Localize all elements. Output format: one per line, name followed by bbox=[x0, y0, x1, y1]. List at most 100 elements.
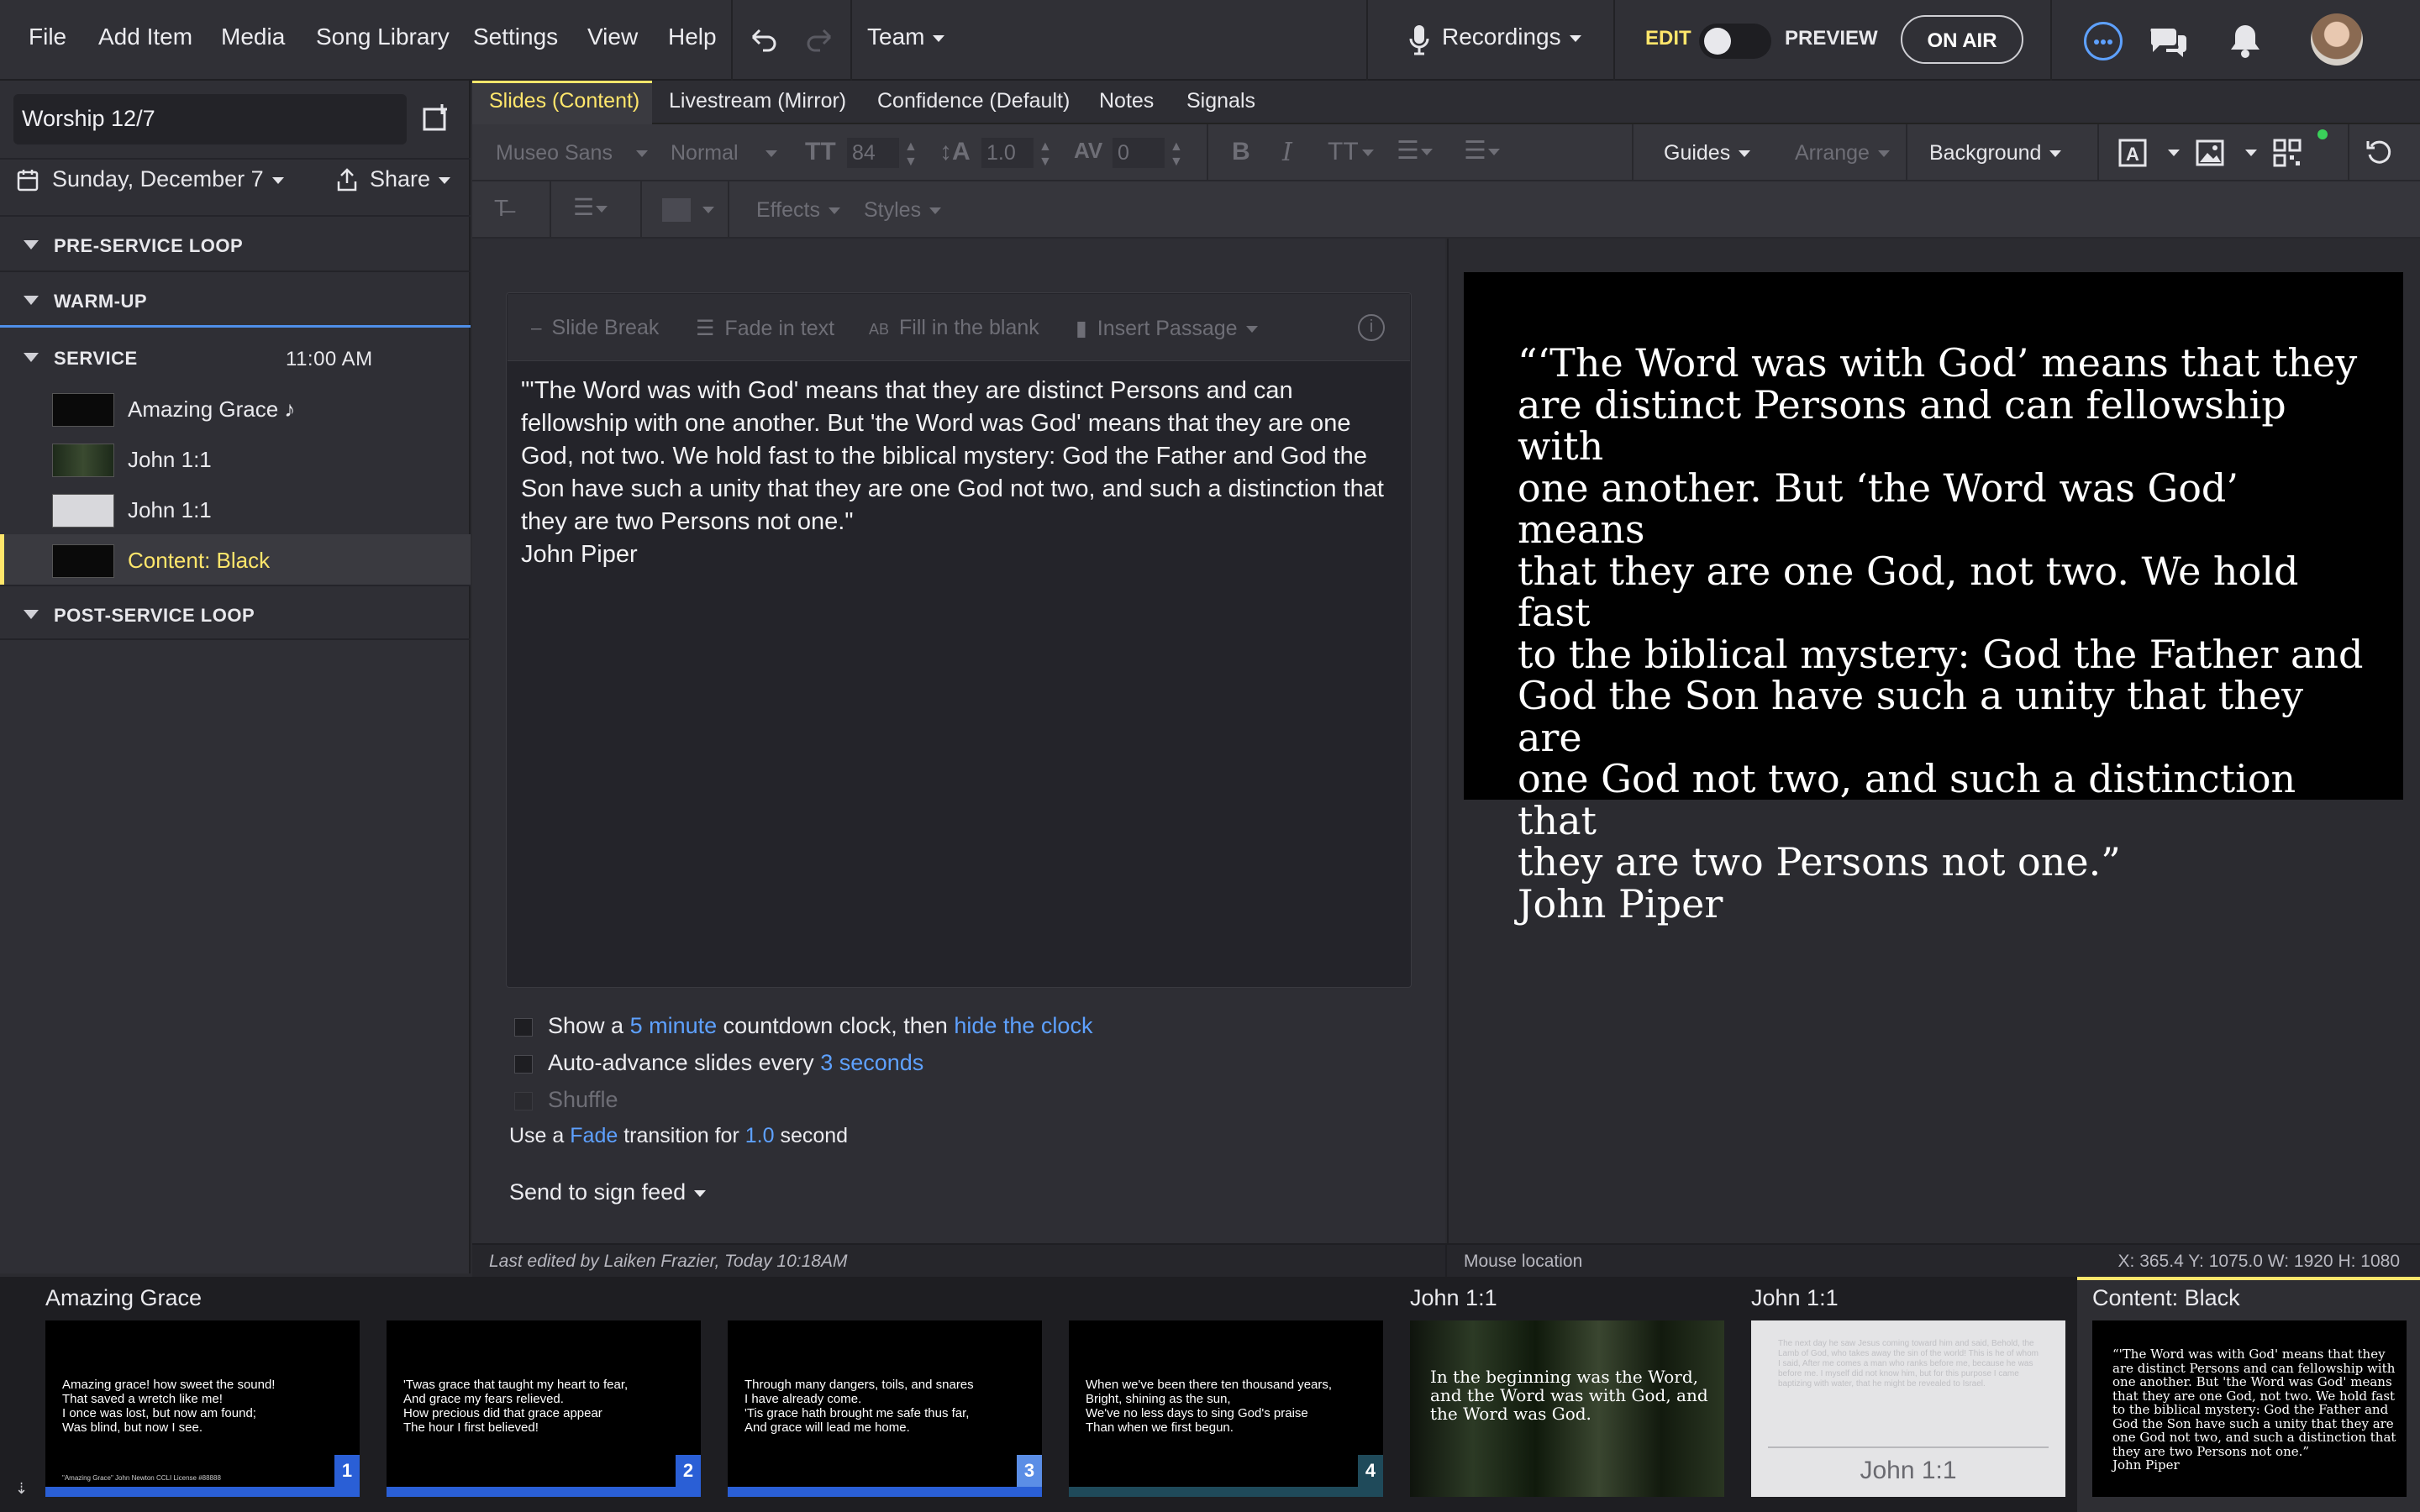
image-caret-icon[interactable] bbox=[2245, 150, 2257, 156]
menu-help[interactable]: Help bbox=[668, 24, 717, 50]
undo-icon[interactable] bbox=[746, 25, 780, 55]
section-label: SERVICE bbox=[54, 348, 138, 369]
service-item-content-black[interactable]: Content: Black bbox=[0, 534, 471, 585]
slide-thumbnail[interactable]: “'The Word was with God' means that they… bbox=[2092, 1320, 2407, 1497]
status-bar: Last edited by Laiken Frazier, Today 10:… bbox=[472, 1243, 2420, 1278]
transition-type-link[interactable]: Fade bbox=[570, 1124, 618, 1147]
font-family-dropdown[interactable]: Museo Sans bbox=[496, 141, 648, 165]
qr-code-icon[interactable] bbox=[2272, 138, 2302, 168]
slide-text-content[interactable]: "'The Word was with God' means that they… bbox=[521, 375, 1403, 571]
info-icon[interactable]: i bbox=[1358, 314, 1385, 341]
slide-preview-text: “‘The Word was with God’ means that they… bbox=[1518, 340, 2364, 927]
chat-icon[interactable] bbox=[2148, 24, 2188, 59]
line-height-stepper-icon[interactable]: ▲ ▼ bbox=[1039, 139, 1052, 170]
redo-icon[interactable] bbox=[803, 25, 837, 55]
notifications-bell-icon[interactable] bbox=[2228, 22, 2262, 59]
tab-notes[interactable]: Notes bbox=[1099, 89, 1154, 113]
advance-interval-link[interactable]: 3 seconds bbox=[820, 1050, 923, 1075]
item-label: Content: Black bbox=[128, 548, 271, 573]
color-swatch[interactable] bbox=[662, 198, 691, 222]
edit-preview-toggle[interactable] bbox=[1699, 24, 1771, 59]
tab-confidence-default[interactable]: Confidence (Default) bbox=[877, 89, 1070, 113]
color-caret-icon[interactable] bbox=[702, 207, 714, 213]
slide-break-button[interactable]: ⎯ Slide Break bbox=[531, 316, 659, 340]
more-options-icon[interactable] bbox=[2084, 22, 2123, 60]
slide-thumbnail[interactable]: Through many dangers, toils, and snares … bbox=[728, 1320, 1042, 1497]
styles-dropdown[interactable]: Styles bbox=[864, 198, 942, 223]
item-label: Amazing Grace ♪ bbox=[128, 396, 296, 422]
transition-duration-link[interactable]: 1.0 bbox=[745, 1124, 775, 1147]
countdown-checkbox[interactable] bbox=[514, 1017, 533, 1037]
text-box-caret-icon[interactable] bbox=[2168, 150, 2180, 156]
menu-file[interactable]: File bbox=[29, 24, 66, 50]
user-avatar[interactable] bbox=[2311, 13, 2363, 66]
indent-icon[interactable]: ☰ bbox=[1464, 136, 1500, 165]
effects-dropdown[interactable]: Effects bbox=[756, 198, 840, 223]
tracking-stepper-icon[interactable]: ▲ ▼ bbox=[1170, 139, 1183, 170]
sign-feed-dropdown[interactable]: Send to sign feed bbox=[509, 1179, 707, 1205]
shuffle-checkbox[interactable] bbox=[514, 1091, 533, 1110]
on-air-button[interactable]: ON AIR bbox=[1901, 15, 2023, 64]
image-icon[interactable] bbox=[2195, 138, 2225, 168]
section-time: 11:00 AM bbox=[286, 348, 373, 370]
italic-icon[interactable]: I bbox=[1282, 138, 1292, 167]
font-weight-dropdown[interactable]: Normal bbox=[671, 141, 777, 165]
tab-slides-content[interactable]: Slides (Content) bbox=[489, 89, 639, 113]
share-icon bbox=[337, 168, 357, 192]
font-size-stepper-icon[interactable]: ▲ ▼ bbox=[904, 139, 918, 170]
fill-in-blank-button[interactable]: AB Fill in the blank bbox=[869, 316, 1039, 340]
collapse-strip-icon[interactable]: ⇣ bbox=[15, 1480, 28, 1498]
menu-media[interactable]: Media bbox=[221, 24, 285, 50]
service-item-amazing-grace[interactable]: Amazing Grace ♪ bbox=[0, 383, 471, 433]
menu-view[interactable]: View bbox=[587, 24, 638, 50]
item-label: John 1:1 bbox=[128, 447, 212, 472]
insert-passage-button[interactable]: ▮ Insert Passage bbox=[1076, 316, 1258, 341]
hide-clock-link[interactable]: hide the clock bbox=[954, 1013, 1092, 1038]
share-dropdown[interactable]: Share bbox=[370, 166, 451, 192]
align-icon[interactable]: ☰ bbox=[573, 193, 608, 221]
section-pre-service-loop[interactable]: PRE-SERVICE LOOP bbox=[0, 217, 471, 272]
transition-option: Use a Fade transition for 1.0 second bbox=[509, 1124, 848, 1148]
menu-add-item[interactable]: Add Item bbox=[98, 24, 192, 50]
service-item-john-1-1-dark[interactable]: John 1:1 bbox=[0, 433, 471, 484]
countdown-duration-link[interactable]: 5 minute bbox=[630, 1013, 718, 1038]
section-post-service-loop[interactable]: POST-SERVICE LOOP bbox=[0, 585, 471, 640]
section-label: POST-SERVICE LOOP bbox=[54, 605, 255, 626]
auto-advance-checkbox[interactable] bbox=[514, 1054, 533, 1074]
slide-thumbnail[interactable]: In the beginning was the Word, and the W… bbox=[1410, 1320, 1724, 1497]
collapse-triangle-icon bbox=[24, 610, 39, 619]
menu-settings[interactable]: Settings bbox=[473, 24, 558, 50]
list-icon[interactable]: ☰ bbox=[1397, 136, 1433, 165]
text-box-icon[interactable]: A bbox=[2118, 138, 2148, 168]
item-thumbnail bbox=[52, 494, 114, 528]
slide-thumbnail[interactable]: 'Twas grace that taught my heart to fear… bbox=[387, 1320, 701, 1497]
background-dropdown[interactable]: Background bbox=[1929, 141, 2062, 165]
tab-livestream-mirror[interactable]: Livestream (Mirror) bbox=[669, 89, 846, 113]
service-item-john-1-1-light[interactable]: John 1:1 bbox=[0, 484, 471, 534]
reset-icon[interactable] bbox=[2365, 138, 2395, 168]
team-dropdown[interactable]: Team bbox=[867, 24, 945, 50]
collapse-triangle-icon bbox=[24, 353, 39, 362]
line-height-input[interactable]: 1.0 bbox=[981, 138, 1034, 168]
text-case-icon[interactable]: TT bbox=[1328, 138, 1374, 166]
clear-format-icon[interactable]: T̶ bbox=[494, 195, 508, 222]
menu-song-library[interactable]: Song Library bbox=[316, 24, 450, 50]
slide-thumbnail[interactable]: Amazing grace! how sweet the sound! That… bbox=[45, 1320, 360, 1497]
section-service[interactable]: SERVICE 11:00 AM bbox=[0, 329, 471, 385]
font-size-input[interactable]: 84 bbox=[847, 138, 899, 168]
recordings-dropdown[interactable]: Recordings bbox=[1442, 24, 1581, 50]
plan-date-dropdown[interactable]: Sunday, December 7 bbox=[52, 166, 284, 192]
line-height-icon: ↕A bbox=[939, 138, 971, 165]
guides-dropdown[interactable]: Guides bbox=[1664, 141, 1751, 165]
fade-in-text-button[interactable]: ☰ Fade in text bbox=[696, 316, 834, 341]
bold-icon[interactable]: B bbox=[1232, 138, 1250, 166]
arrange-dropdown[interactable]: Arrange bbox=[1795, 141, 1890, 165]
slide-thumbnail[interactable]: When we've been there ten thousand years… bbox=[1069, 1320, 1383, 1497]
bookmark-icon: ▮ bbox=[1076, 317, 1087, 340]
plan-title-input[interactable]: Worship 12/7 bbox=[13, 94, 407, 144]
new-window-icon[interactable] bbox=[422, 102, 452, 133]
tab-signals[interactable]: Signals bbox=[1186, 89, 1255, 113]
slide-thumbnail[interactable]: The next day he saw Jesus coming toward … bbox=[1751, 1320, 2065, 1497]
section-warm-up[interactable]: WARM-UP bbox=[0, 272, 471, 328]
tracking-input[interactable]: 0 bbox=[1113, 138, 1165, 168]
